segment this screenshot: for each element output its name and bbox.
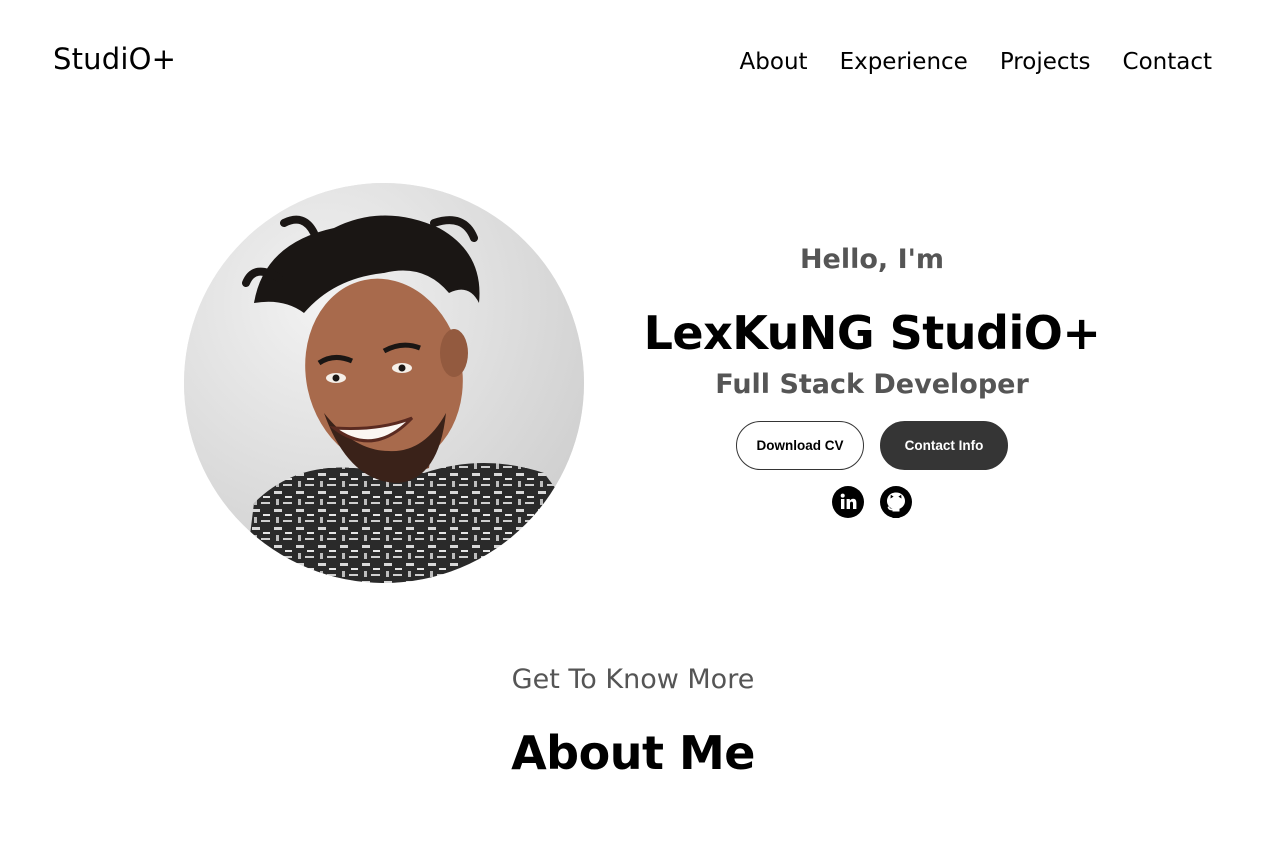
contact-info-button[interactable]: Contact Info <box>880 421 1008 470</box>
nav-link-projects[interactable]: Projects <box>1000 47 1091 77</box>
hero-buttons: Download CV Contact Info <box>640 421 1104 470</box>
hero-greeting: Hello, I'm <box>799 244 945 275</box>
about-subtitle: Get To Know More <box>511 664 755 695</box>
social-links <box>640 486 1104 518</box>
about-title: About Me <box>511 726 755 780</box>
nav-item-about: About <box>740 47 808 77</box>
site-logo[interactable]: StudiO+ <box>53 42 176 76</box>
github-icon[interactable] <box>880 486 912 518</box>
hero-role: Full Stack Developer <box>715 369 1029 400</box>
portfolio-page: StudiO+ About Experience Projects Contac… <box>0 0 1276 863</box>
nav-links: About Experience Projects Contact <box>740 47 1212 77</box>
hero-text: Hello, I'm LexKuNG StudiO+ Full Stack De… <box>640 238 1104 518</box>
profile-picture <box>184 183 584 583</box>
download-cv-button[interactable]: Download CV <box>736 421 864 470</box>
nav-item-projects: Projects <box>1000 47 1091 77</box>
nav-link-about[interactable]: About <box>740 47 808 77</box>
nav-link-experience[interactable]: Experience <box>840 47 968 77</box>
nav-item-contact: Contact <box>1123 47 1212 77</box>
linkedin-icon[interactable] <box>832 486 864 518</box>
hero-name: LexKuNG StudiO+ <box>643 306 1101 360</box>
top-navbar: StudiO+ About Experience Projects Contac… <box>0 0 1276 125</box>
nav-link-contact[interactable]: Contact <box>1123 47 1212 77</box>
nav-item-experience: Experience <box>840 47 968 77</box>
